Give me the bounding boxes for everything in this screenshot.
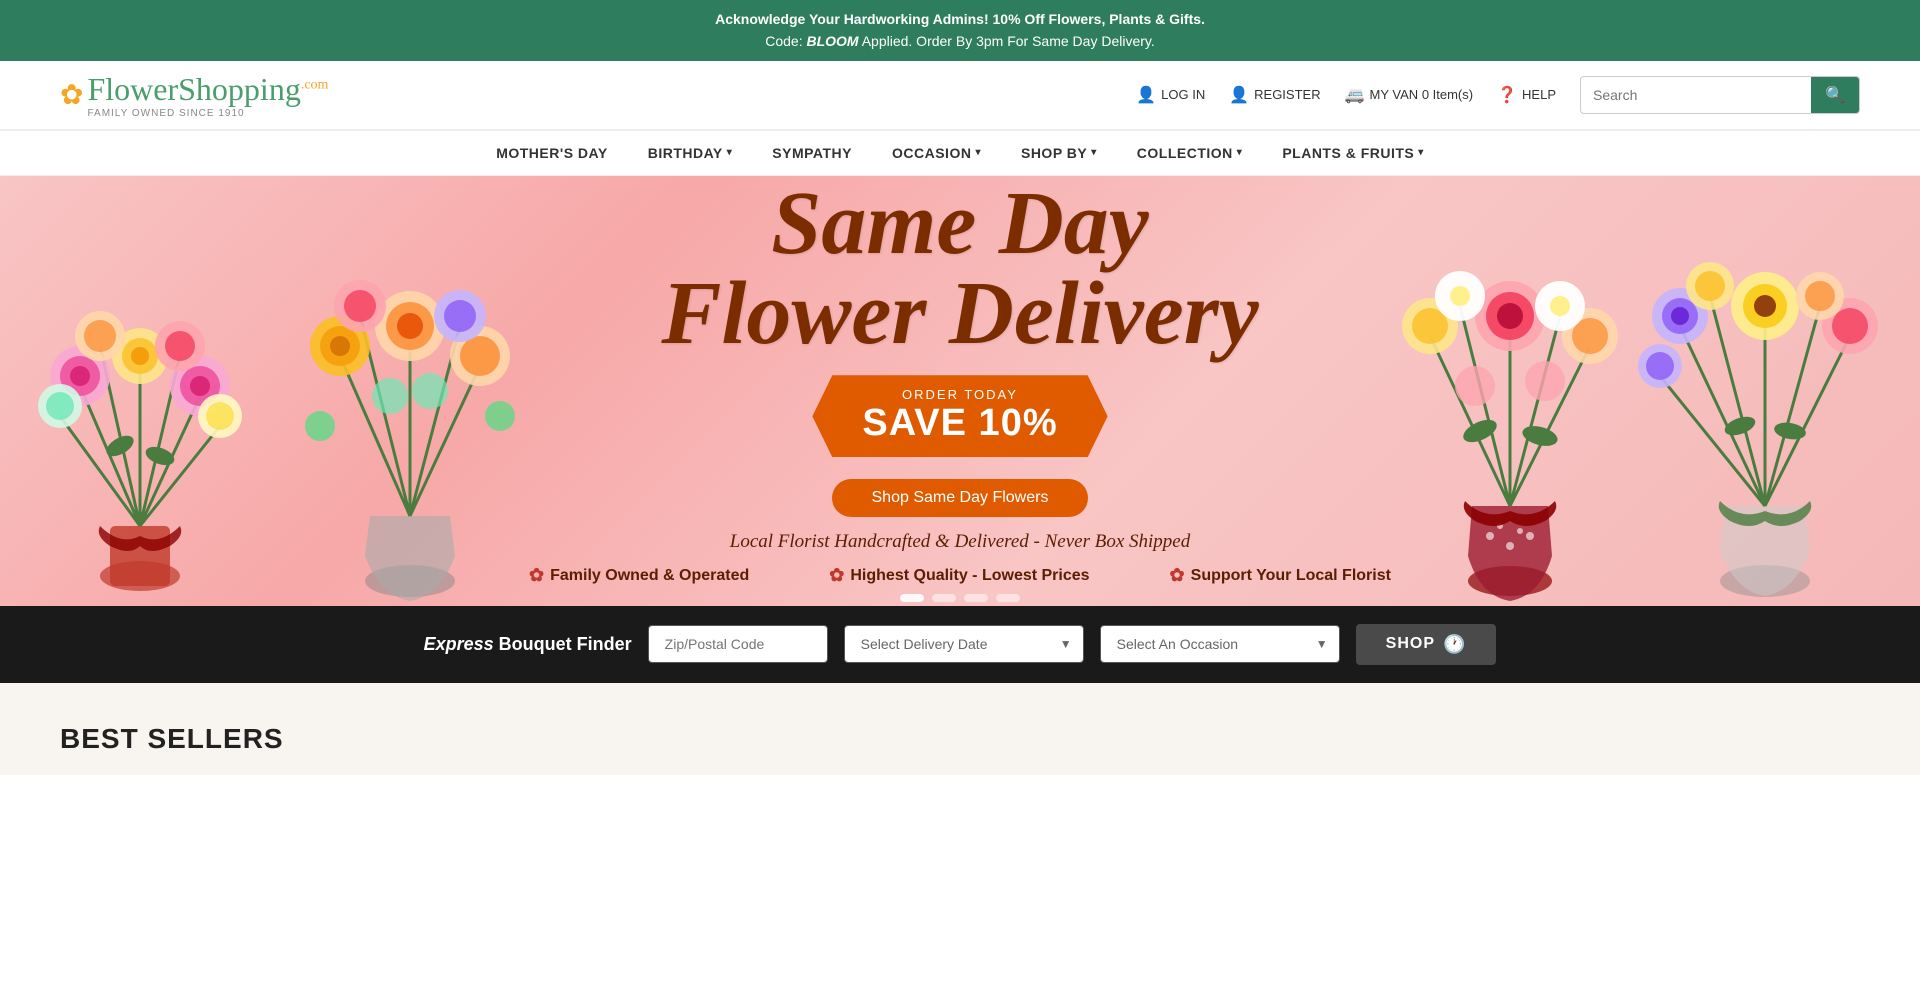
delivery-date-wrapper: Select Delivery Date: [844, 625, 1084, 663]
nav-item-mothers-day[interactable]: MOTHER'S DAY: [496, 145, 608, 161]
nav-item-birthday[interactable]: BIRTHDAY ▾: [648, 145, 733, 161]
shop-by-chevron-icon: ▾: [1091, 147, 1097, 158]
hero-badge-area: ORDER TODAY SAVE 10%: [529, 375, 1391, 457]
birthday-chevron-icon: ▾: [727, 147, 733, 158]
hero-title: Same Day Flower Delivery: [529, 179, 1391, 359]
banner-line2: Code: BLOOM Applied. Order By 3pm For Sa…: [20, 30, 1900, 52]
nav-item-plants-fruits[interactable]: PLANTS & FRUITS ▾: [1282, 145, 1423, 161]
best-sellers-section: BEST SELLERS: [0, 683, 1920, 775]
collection-chevron-icon: ▾: [1237, 147, 1243, 158]
occasion-chevron-icon: ▾: [975, 147, 981, 158]
hero-feature-3: ✿ Support Your Local Florist: [1170, 565, 1391, 586]
feature-flower-icon-1: ✿: [529, 565, 544, 586]
zip-code-input[interactable]: [648, 625, 828, 663]
express-finder: Express Bouquet Finder Select Delivery D…: [0, 606, 1920, 683]
clock-icon: 🕐: [1443, 634, 1466, 655]
logo-text: FlowerShopping.com FAMILY OWNED SINCE 19…: [87, 71, 328, 119]
my-van-link[interactable]: 🚐 MY VAN 0 Item(s): [1345, 85, 1474, 105]
occasion-select[interactable]: Select An Occasion Birthday Anniversary …: [1100, 625, 1340, 663]
carousel-dot-4[interactable]: [996, 594, 1020, 602]
plants-chevron-icon: ▾: [1418, 147, 1424, 158]
search-button[interactable]: 🔍: [1811, 77, 1859, 113]
header-right: 👤 LOG IN 👤 REGISTER 🚐 MY VAN 0 Item(s) ❓…: [1136, 76, 1860, 114]
carousel-dot-2[interactable]: [932, 594, 956, 602]
van-icon: 🚐: [1345, 85, 1365, 105]
nav-item-collection[interactable]: COLLECTION ▾: [1137, 145, 1243, 161]
carousel-dot-1[interactable]: [900, 594, 924, 602]
nav-item-sympathy[interactable]: SYMPATHY: [772, 145, 852, 161]
logo[interactable]: ✿ FlowerShopping.com FAMILY OWNED SINCE …: [60, 71, 328, 119]
shop-button[interactable]: SHOP 🕐: [1356, 624, 1497, 665]
carousel-dot-3[interactable]: [964, 594, 988, 602]
main-nav: MOTHER'S DAY BIRTHDAY ▾ SYMPATHY OCCASIO…: [0, 130, 1920, 176]
header: ✿ FlowerShopping.com FAMILY OWNED SINCE …: [0, 61, 1920, 130]
best-sellers-title: BEST SELLERS: [60, 723, 1860, 755]
logo-flower-icon: ✿: [60, 78, 83, 111]
logo-main-text: FlowerShopping.com: [87, 71, 328, 108]
feature-flower-icon-3: ✿: [1170, 565, 1185, 586]
search-icon: 🔍: [1825, 87, 1845, 104]
bouquet-left-2: [260, 176, 560, 606]
search-box: 🔍: [1580, 76, 1860, 114]
hero-discount-badge: ORDER TODAY SAVE 10%: [812, 375, 1107, 457]
carousel-dots: [529, 594, 1391, 602]
banner-line1: Acknowledge Your Hardworking Admins! 10%…: [20, 8, 1900, 30]
nav-item-occasion[interactable]: OCCASION ▾: [892, 145, 981, 161]
search-input[interactable]: [1581, 79, 1811, 111]
bouquet-right-2: [1610, 176, 1920, 606]
top-banner: Acknowledge Your Hardworking Admins! 10%…: [0, 0, 1920, 61]
hero-center: Same Day Flower Delivery ORDER TODAY SAV…: [529, 179, 1391, 602]
express-label: Express Bouquet Finder: [424, 634, 632, 655]
bouquet-left-1: [0, 186, 280, 606]
login-link[interactable]: 👤 LOG IN: [1136, 85, 1205, 105]
hero-shop-button-area: Shop Same Day Flowers: [529, 469, 1391, 517]
help-icon: ❓: [1497, 85, 1517, 105]
delivery-date-select[interactable]: Select Delivery Date: [844, 625, 1084, 663]
nav-item-shop-by[interactable]: SHOP BY ▾: [1021, 145, 1097, 161]
feature-flower-icon-2: ✿: [829, 565, 844, 586]
hero-features: ✿ Family Owned & Operated ✿ Highest Qual…: [529, 565, 1391, 586]
register-link[interactable]: 👤 REGISTER: [1229, 85, 1320, 105]
hero-subtitle: Local Florist Handcrafted & Delivered - …: [529, 531, 1391, 553]
occasion-wrapper: Select An Occasion Birthday Anniversary …: [1100, 625, 1340, 663]
hero-banner: Same Day Flower Delivery ORDER TODAY SAV…: [0, 176, 1920, 606]
shop-same-day-button[interactable]: Shop Same Day Flowers: [832, 479, 1089, 517]
help-link[interactable]: ❓ HELP: [1497, 85, 1556, 105]
logo-sub-text: FAMILY OWNED SINCE 1910: [87, 108, 244, 119]
register-icon: 👤: [1229, 85, 1249, 105]
hero-feature-2: ✿ Highest Quality - Lowest Prices: [829, 565, 1089, 586]
hero-feature-1: ✿ Family Owned & Operated: [529, 565, 749, 586]
user-icon: 👤: [1136, 85, 1156, 105]
